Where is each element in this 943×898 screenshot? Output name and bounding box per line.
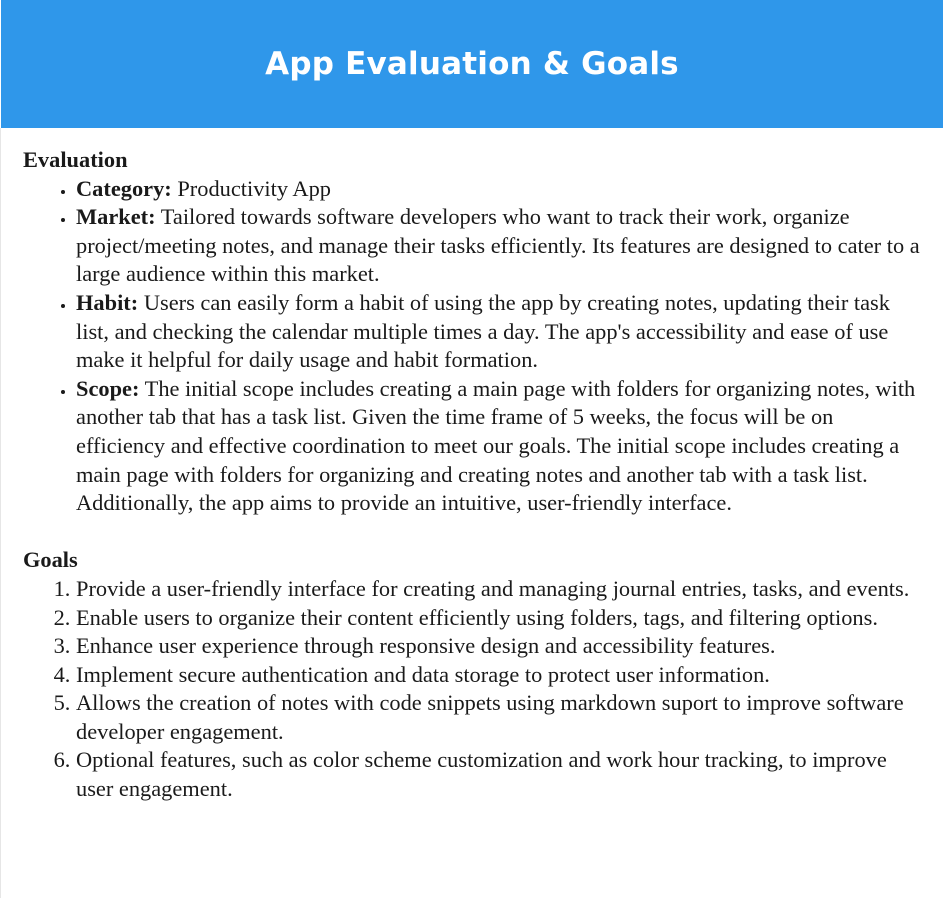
goal-item: Optional features, such as color scheme … <box>76 746 928 803</box>
evaluation-heading: Evaluation <box>23 147 128 172</box>
goal-item: Allows the creation of notes with code s… <box>76 689 928 746</box>
goal-item: Provide a user-friendly interface for cr… <box>76 575 928 604</box>
page-header: App Evaluation & Goals <box>1 0 943 128</box>
evaluation-item-label: Habit: <box>76 289 139 315</box>
evaluation-item-label: Category: <box>76 175 172 201</box>
page-left-border <box>0 128 1 898</box>
goals-heading: Goals <box>23 547 78 573</box>
evaluation-item-text: Users can easily form a habit of using t… <box>76 289 890 373</box>
page-title: App Evaluation & Goals <box>265 46 679 82</box>
evaluation-item-scope: Scope: The initial scope includes creati… <box>76 375 928 518</box>
evaluation-list: Category: Productivity App Market: Tailo… <box>23 175 928 518</box>
goal-item: Enhance user experience through responsi… <box>76 632 928 661</box>
evaluation-item-label: Scope: <box>76 375 140 401</box>
evaluation-item-category: Category: Productivity App <box>76 175 928 204</box>
main-content: Evaluation Category: Productivity App Ma… <box>23 146 928 804</box>
goal-item: Enable users to organize their content e… <box>76 604 928 633</box>
goals-list: Provide a user-friendly interface for cr… <box>23 575 928 804</box>
evaluation-item-text: Productivity App <box>177 175 331 201</box>
evaluation-item-text: The initial scope includes creating a ma… <box>76 375 916 516</box>
evaluation-item-market: Market: Tailored towards software develo… <box>76 203 928 289</box>
goal-item: Implement secure authentication and data… <box>76 661 928 690</box>
evaluation-item-text: Tailored towards software developers who… <box>76 204 920 287</box>
evaluation-item-habit: Habit: Users can easily form a habit of … <box>76 289 928 375</box>
evaluation-item-label: Market: <box>76 204 156 230</box>
